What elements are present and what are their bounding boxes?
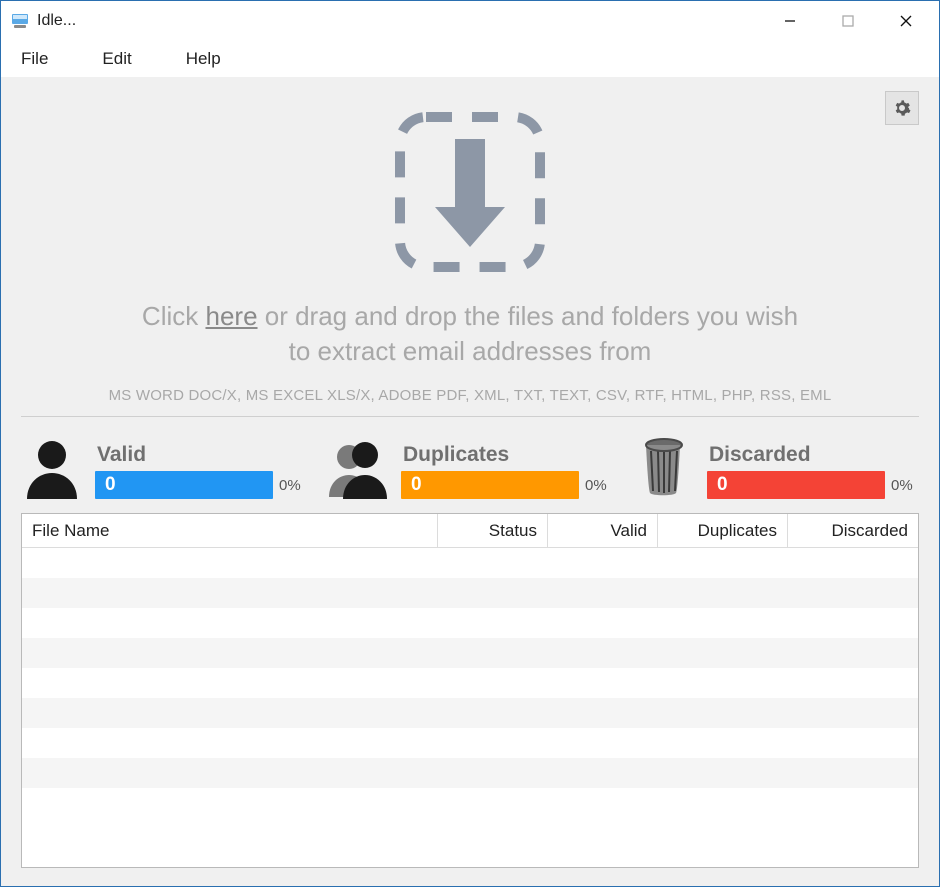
- stat-discarded-percent: 0%: [891, 477, 919, 494]
- minimize-button[interactable]: [761, 1, 819, 41]
- table-row: [22, 758, 918, 788]
- col-discarded[interactable]: Discarded: [788, 514, 918, 548]
- table-row: [22, 548, 918, 578]
- titlebar: Idle...: [1, 1, 939, 41]
- trash-icon: [633, 435, 695, 499]
- dropzone[interactable]: Click here or drag and drop the files an…: [21, 89, 919, 404]
- menubar: File Edit Help: [1, 41, 939, 77]
- people-icon: [327, 435, 389, 499]
- file-table: File Name Status Valid Duplicates Discar…: [21, 513, 919, 868]
- menu-edit[interactable]: Edit: [88, 45, 145, 73]
- person-icon: [21, 435, 83, 499]
- instruction-text-post2: to extract email addresses from: [289, 336, 652, 366]
- col-filename[interactable]: File Name: [22, 514, 438, 548]
- table-row: [22, 608, 918, 638]
- stat-duplicates-percent: 0%: [585, 477, 613, 494]
- col-duplicates[interactable]: Duplicates: [658, 514, 788, 548]
- stat-valid: Valid 0 0%: [21, 435, 307, 499]
- instruction-text-post1: or drag and drop the files and folders y…: [258, 301, 799, 331]
- stat-valid-label: Valid: [95, 443, 307, 467]
- stat-valid-bar: 0: [95, 471, 273, 499]
- drop-arrow-icon: [380, 97, 560, 287]
- stat-valid-percent: 0%: [279, 477, 307, 494]
- stat-valid-value: 0: [105, 474, 116, 496]
- divider: [21, 416, 919, 417]
- table-row: [22, 668, 918, 698]
- stat-duplicates-label: Duplicates: [401, 443, 613, 467]
- instruction-text-pre: Click: [142, 301, 206, 331]
- table-body: [22, 548, 918, 867]
- click-here-link[interactable]: here: [205, 301, 257, 331]
- stat-discarded: Discarded 0 0%: [633, 435, 919, 499]
- table-row: [22, 698, 918, 728]
- stat-discarded-bar: 0: [707, 471, 885, 499]
- menu-file[interactable]: File: [7, 45, 62, 73]
- stat-discarded-value: 0: [717, 474, 728, 496]
- window-title: Idle...: [37, 12, 76, 30]
- close-button[interactable]: [877, 1, 935, 41]
- stats-row: Valid 0 0% Duplicates 0 0%: [21, 427, 919, 513]
- stat-duplicates: Duplicates 0 0%: [327, 435, 613, 499]
- menu-help[interactable]: Help: [172, 45, 235, 73]
- col-valid[interactable]: Valid: [548, 514, 658, 548]
- maximize-button[interactable]: [819, 1, 877, 41]
- main-panel: Click here or drag and drop the files an…: [1, 77, 939, 886]
- gear-icon: [893, 99, 911, 117]
- settings-button[interactable]: [885, 91, 919, 125]
- stat-duplicates-bar: 0: [401, 471, 579, 499]
- app-icon: [11, 12, 29, 30]
- table-row: [22, 638, 918, 668]
- table-row: [22, 578, 918, 608]
- col-status[interactable]: Status: [438, 514, 548, 548]
- table-row: [22, 788, 918, 818]
- dropzone-instruction: Click here or drag and drop the files an…: [142, 299, 798, 369]
- stat-duplicates-value: 0: [411, 474, 422, 496]
- table-row: [22, 728, 918, 758]
- supported-formats: MS WORD DOC/X, MS EXCEL XLS/X, ADOBE PDF…: [109, 387, 832, 404]
- stat-discarded-label: Discarded: [707, 443, 919, 467]
- table-header: File Name Status Valid Duplicates Discar…: [22, 514, 918, 548]
